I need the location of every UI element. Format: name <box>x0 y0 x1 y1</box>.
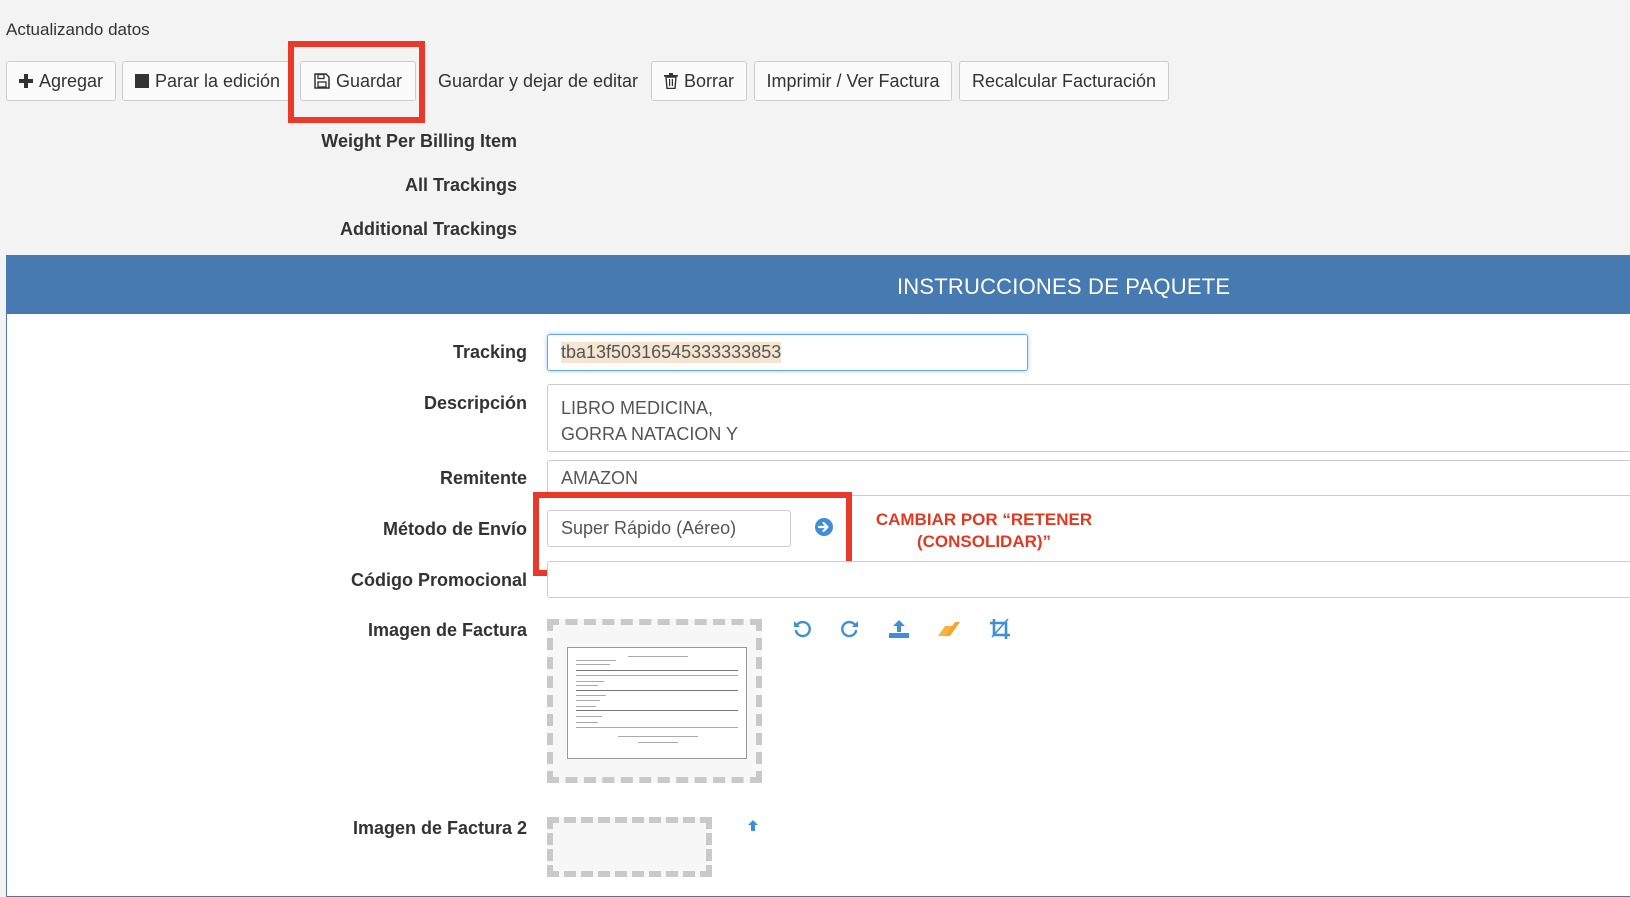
save-exit-button[interactable]: Guardar y dejar de editar <box>420 61 656 101</box>
weight-per-item-label: Weight Per Billing Item <box>321 131 517 151</box>
recalc-billing-label: Recalcular Facturación <box>971 70 1157 91</box>
upload-icon-2[interactable] <box>741 814 765 838</box>
rotate-left-icon[interactable] <box>790 617 814 641</box>
recalc-billing-button[interactable]: Recalcular Facturación <box>959 61 1169 101</box>
description-line-2: GORRA NATACION Y <box>561 424 739 444</box>
invoice-image-dropzone[interactable] <box>547 619 762 783</box>
invoice-image-2-dropzone[interactable] <box>547 817 712 877</box>
annotation-line-1: CAMBIAR POR “RETENER <box>875 510 1093 529</box>
promo-code-label: Código Promocional <box>350 570 527 590</box>
upload-icon[interactable] <box>887 617 911 641</box>
crop-icon[interactable] <box>988 617 1012 641</box>
panel-header: INSTRUCCIONES DE PAQUETE <box>7 256 1630 314</box>
stop-icon <box>134 74 149 88</box>
save-exit-label: Guardar y dejar de editar <box>437 70 639 91</box>
page-title-cut <box>6 0 16 12</box>
all-trackings-label: All Trackings <box>404 175 517 195</box>
description-line-1: LIBRO MEDICINA, <box>561 398 714 418</box>
promo-code-input[interactable] <box>547 561 1630 598</box>
print-invoice-label: Imprimir / Ver Factura <box>766 70 940 91</box>
tracking-label: Tracking <box>452 342 527 362</box>
invoice-image-label: Imagen de Factura <box>367 620 527 640</box>
tracking-value: tba13f50316545333333853 <box>561 342 782 363</box>
annotation-line-2: (CONSOLIDAR)” <box>916 532 1052 551</box>
tracking-input[interactable]: tba13f50316545333333853 <box>547 334 1028 371</box>
stop-edit-label: Parar la edición <box>154 70 281 91</box>
highlight-save <box>288 41 425 123</box>
invoice-image-2-label: Imagen de Factura 2 <box>352 818 527 838</box>
description-textarea[interactable]: LIBRO MEDICINA, GORRA NATACION Y <box>547 384 1630 452</box>
invoice-thumbnail <box>567 647 747 759</box>
add-label: Agregar <box>38 70 104 91</box>
shipping-method-label: Método de Envío <box>383 519 527 539</box>
description-label: Descripción <box>423 393 527 413</box>
status-text: Actualizando datos <box>6 20 150 39</box>
delete-button[interactable]: Borrar <box>651 61 747 101</box>
delete-label: Borrar <box>683 70 734 91</box>
additional-trackings-label: Additional Trackings <box>339 219 517 239</box>
panel-title: INSTRUCCIONES DE PAQUETE <box>897 274 1231 299</box>
sender-value: AMAZON <box>561 467 639 488</box>
eraser-icon[interactable] <box>937 617 961 641</box>
trash-icon <box>663 73 678 89</box>
plus-icon <box>18 74 33 88</box>
rotate-right-icon[interactable] <box>838 617 862 641</box>
sender-input[interactable]: AMAZON <box>547 460 1630 496</box>
add-button[interactable]: Agregar <box>6 61 116 101</box>
print-invoice-button[interactable]: Imprimir / Ver Factura <box>754 61 952 101</box>
stop-edit-button[interactable]: Parar la edición <box>122 61 293 101</box>
sender-label: Remitente <box>439 468 527 488</box>
annotation-note: CAMBIAR POR “RETENER (CONSOLIDAR)” <box>870 509 1098 553</box>
